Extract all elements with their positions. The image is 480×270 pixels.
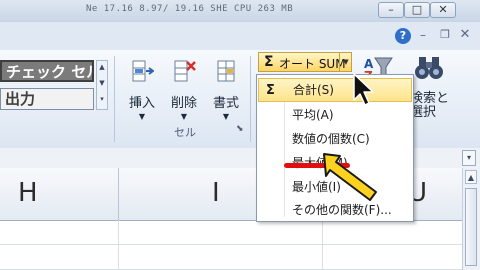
column-header-i[interactable]: I	[212, 178, 220, 208]
mouse-cursor-icon	[353, 73, 374, 106]
cell-styles-gallery: チェック セル 出力	[0, 60, 94, 112]
delete-label: 削除	[170, 96, 197, 111]
pointing-arrow-icon	[323, 153, 377, 201]
style-check-cell[interactable]: チェック セル	[0, 60, 94, 82]
menu-item-label: その他の関数(F)...	[292, 203, 392, 217]
gallery-up-icon[interactable]: ▲	[97, 63, 107, 71]
format-cells-icon	[217, 60, 235, 82]
menu-item-label: 平均(A)	[292, 108, 334, 122]
autosum-label: オート SUM	[279, 57, 346, 71]
column-divider	[118, 168, 119, 220]
insert-cells-icon	[132, 60, 154, 82]
menu-item-sum[interactable]: Σ 合計(S)	[258, 78, 412, 102]
sigma-icon: Σ	[266, 83, 275, 98]
menu-item-count[interactable]: 数値の個数(C)	[258, 128, 412, 150]
find-select-button[interactable]: 検索と 選択	[410, 92, 449, 120]
worksheet-grid[interactable]	[0, 220, 462, 270]
scrollbar-thumb[interactable]	[465, 188, 477, 266]
autosum-button[interactable]: Σ オート SUM	[258, 52, 352, 72]
workbook-minimize-icon[interactable]: –	[416, 29, 430, 42]
dialog-launcher-icon[interactable]: ⬊	[236, 124, 244, 134]
window-close-button[interactable]: ✕	[430, 2, 456, 18]
window-maximize-button[interactable]: □	[404, 2, 430, 18]
menu-item-average[interactable]: 平均(A)	[258, 104, 412, 126]
formula-expand-icon[interactable]: ▾	[462, 150, 476, 166]
menu-item-label: 数値の個数(C)	[292, 132, 370, 146]
chevron-down-icon: ▼	[222, 112, 230, 121]
workbook-close-icon[interactable]: ✕	[458, 28, 472, 42]
binoculars-icon	[415, 57, 443, 79]
gallery-scrollbar[interactable]: ▲ ▼ ▾	[96, 60, 108, 110]
menu-item-label: 合計(S)	[293, 83, 334, 97]
menu-item-more-functions[interactable]: その他の関数(F)...	[258, 199, 412, 221]
insert-label: 挿入	[128, 96, 155, 111]
group-separator	[250, 56, 251, 142]
delete-cells-icon	[174, 60, 196, 82]
find-select-label-1: 検索と	[410, 91, 450, 106]
delete-button[interactable]: 削除 ▼	[164, 58, 204, 122]
window-minimize-button[interactable]: –	[378, 2, 404, 18]
close-icon: ✕	[438, 3, 448, 16]
minimize-icon: –	[388, 3, 394, 16]
scroll-up-icon[interactable]: ▲	[465, 170, 477, 184]
insert-button[interactable]: 挿入 ▼	[122, 58, 162, 122]
format-label: 書式	[212, 96, 239, 111]
autosum-dropdown-button[interactable]: ▼	[339, 52, 352, 72]
grid-column-line	[118, 220, 119, 270]
sigma-icon: Σ	[264, 54, 274, 70]
status-overlay-text: Ne 17.16 8.97/ 19.16 SHE CPU 263 MB	[86, 4, 294, 14]
workbook-restore-icon[interactable]: ❐	[438, 29, 452, 41]
grid-column-line	[322, 220, 323, 270]
gallery-down-icon[interactable]: ▼	[97, 79, 107, 87]
help-icon[interactable]: ?	[395, 28, 411, 44]
style-output[interactable]: 出力	[0, 88, 94, 110]
maximize-icon: □	[411, 3, 423, 16]
column-header-h[interactable]: H	[18, 178, 38, 208]
chevron-down-icon: ▼	[180, 112, 188, 121]
group-label-cells: セル	[174, 126, 196, 139]
chevron-down-icon: ▼	[138, 112, 146, 121]
gallery-more-icon[interactable]: ▾	[97, 95, 107, 103]
find-select-label-2: 選択	[410, 105, 437, 120]
group-separator	[114, 56, 115, 142]
format-button[interactable]: 書式 ▼	[206, 58, 246, 122]
